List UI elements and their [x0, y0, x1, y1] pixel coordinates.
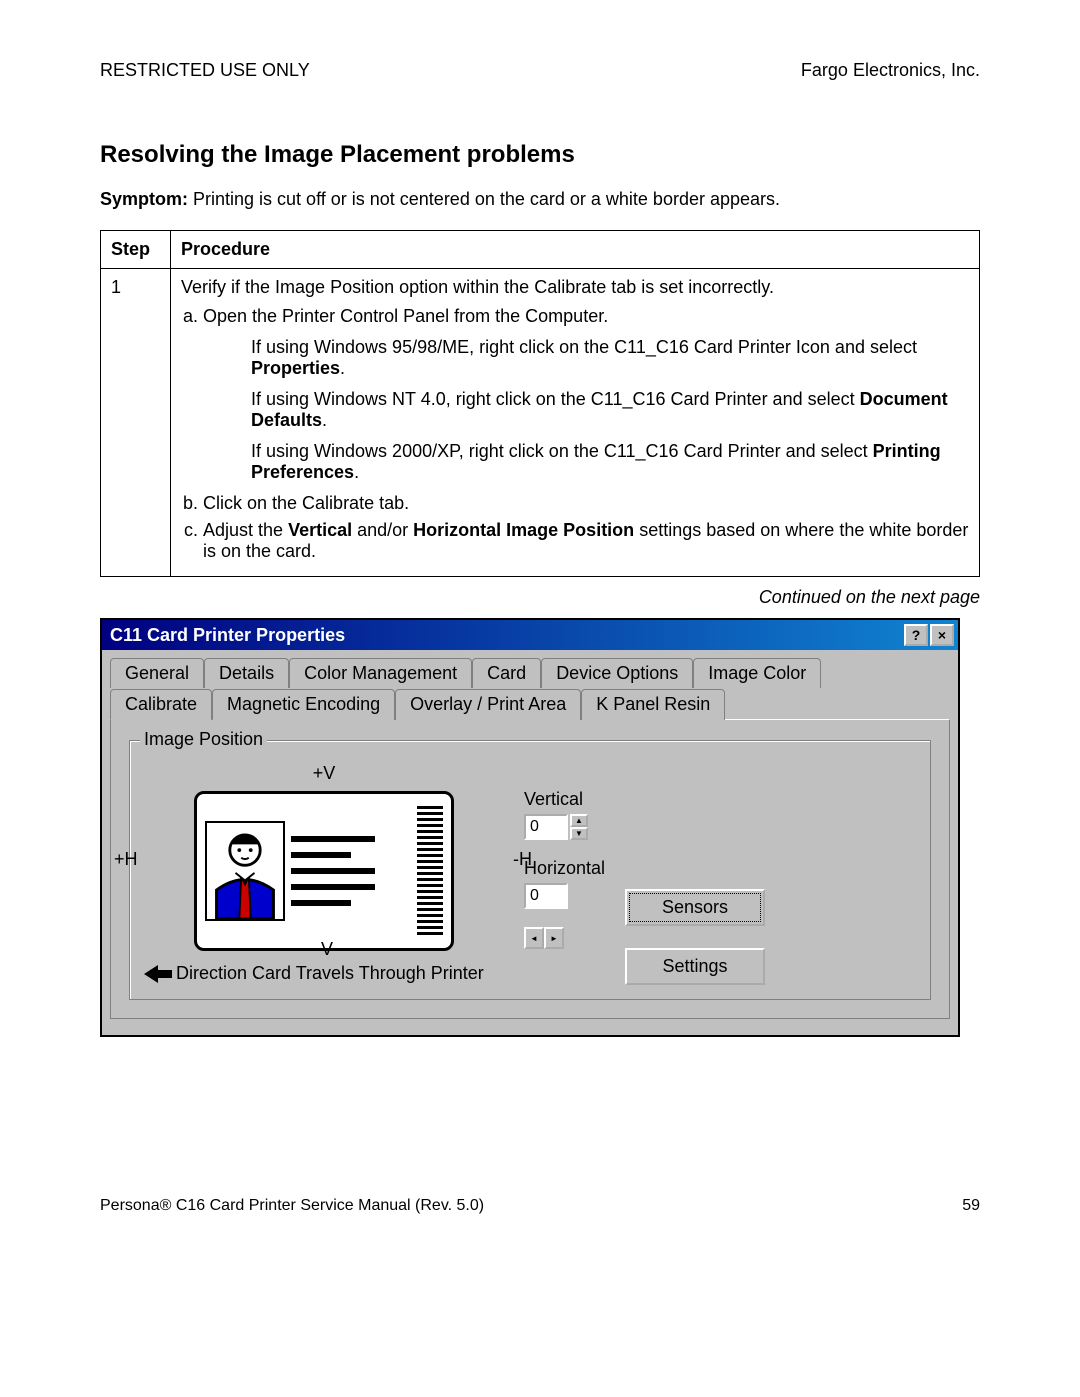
horizontal-input[interactable]	[524, 883, 568, 909]
card-text-lines	[291, 832, 411, 910]
symptom-text: Printing is cut off or is not centered o…	[188, 189, 780, 209]
right-button-column: Sensors Settings	[625, 769, 765, 985]
arrow-left-icon	[144, 965, 172, 983]
tab-panel-calibrate: Image Position +V -V +H -H	[110, 719, 950, 1019]
proc-a-sub1: If using Windows 95/98/ME, right click o…	[251, 337, 969, 379]
label-plus-h: +H	[114, 849, 138, 870]
tab-magnetic-encoding[interactable]: Magnetic Encoding	[212, 689, 395, 720]
tab-row-back: General Details Color Management Card De…	[110, 658, 950, 688]
vertical-spinner[interactable]: ▲ ▼	[524, 814, 605, 840]
header-right: Fargo Electronics, Inc.	[801, 60, 980, 81]
th-procedure: Procedure	[171, 231, 980, 269]
label-plus-v: +V	[313, 763, 336, 784]
continued-note: Continued on the next page	[100, 587, 980, 608]
values-column: Vertical ▲ ▼ Horizontal	[524, 769, 605, 949]
close-button[interactable]: ×	[930, 624, 954, 646]
symptom-line: Symptom: Printing is cut off or is not c…	[100, 189, 980, 210]
footer-page-number: 59	[962, 1197, 980, 1215]
tab-color-management[interactable]: Color Management	[289, 658, 472, 688]
group-legend: Image Position	[140, 729, 267, 750]
tab-image-color[interactable]: Image Color	[693, 658, 821, 688]
tab-details[interactable]: Details	[204, 658, 289, 688]
settings-button[interactable]: Settings	[625, 948, 765, 985]
card-preview	[194, 791, 454, 951]
titlebar: C11 Card Printer Properties ? ×	[102, 620, 958, 650]
horizontal-label: Horizontal	[524, 858, 605, 879]
proc-a-sub3: If using Windows 2000/XP, right click on…	[251, 441, 969, 483]
direction-text: Direction Card Travels Through Printer	[176, 963, 484, 984]
proc-a-text: Open the Printer Control Panel from the …	[203, 306, 608, 326]
th-step: Step	[101, 231, 171, 269]
person-icon	[207, 823, 283, 919]
vertical-up-button[interactable]: ▲	[570, 814, 588, 827]
tab-row-front: Calibrate Magnetic Encoding Overlay / Pr…	[110, 688, 950, 719]
tab-card[interactable]: Card	[472, 658, 541, 688]
image-position-group: Image Position +V -V +H -H	[129, 740, 931, 1000]
proc-a-sub2: If using Windows NT 4.0, right click on …	[251, 389, 969, 431]
sensors-button[interactable]: Sensors	[625, 889, 765, 926]
horizontal-left-button[interactable]: ◄	[524, 927, 544, 949]
page-title: Resolving the Image Placement problems	[100, 141, 980, 169]
card-preview-area: +V -V +H -H	[144, 769, 504, 984]
printer-properties-window: C11 Card Printer Properties ? × General …	[100, 618, 960, 1037]
horizontal-right-button[interactable]: ►	[544, 927, 564, 949]
vertical-down-button[interactable]: ▼	[570, 827, 588, 840]
footer-left: Persona® C16 Card Printer Service Manual…	[100, 1197, 484, 1215]
header-left: RESTRICTED USE ONLY	[100, 60, 310, 81]
label-minus-h: -H	[513, 849, 532, 870]
window-title: C11 Card Printer Properties	[110, 625, 902, 646]
tab-calibrate[interactable]: Calibrate	[110, 689, 212, 720]
horizontal-value-row	[524, 883, 605, 909]
symptom-label: Symptom:	[100, 189, 188, 209]
procedure-table: Step Procedure 1 Verify if the Image Pos…	[100, 230, 980, 577]
proc-a: Open the Printer Control Panel from the …	[203, 306, 969, 483]
tab-device-options[interactable]: Device Options	[541, 658, 693, 688]
proc-main: Verify if the Image Position option with…	[181, 277, 969, 298]
tab-k-panel-resin[interactable]: K Panel Resin	[581, 689, 725, 720]
card-barcode	[417, 806, 443, 936]
proc-c: Adjust the Vertical and/or Horizontal Im…	[203, 520, 969, 562]
procedure-cell: Verify if the Image Position option with…	[171, 269, 980, 577]
vertical-input[interactable]	[524, 814, 568, 840]
step-number: 1	[101, 269, 171, 577]
card-photo	[205, 821, 285, 921]
help-button[interactable]: ?	[904, 624, 928, 646]
horizontal-arrow-buttons: ◄ ►	[524, 927, 605, 949]
proc-b: Click on the Calibrate tab.	[203, 493, 969, 514]
tab-general[interactable]: General	[110, 658, 204, 688]
label-minus-v: -V	[315, 939, 333, 960]
vertical-label: Vertical	[524, 789, 605, 810]
tab-overlay-print-area[interactable]: Overlay / Print Area	[395, 689, 581, 720]
direction-line: Direction Card Travels Through Printer	[144, 963, 504, 984]
